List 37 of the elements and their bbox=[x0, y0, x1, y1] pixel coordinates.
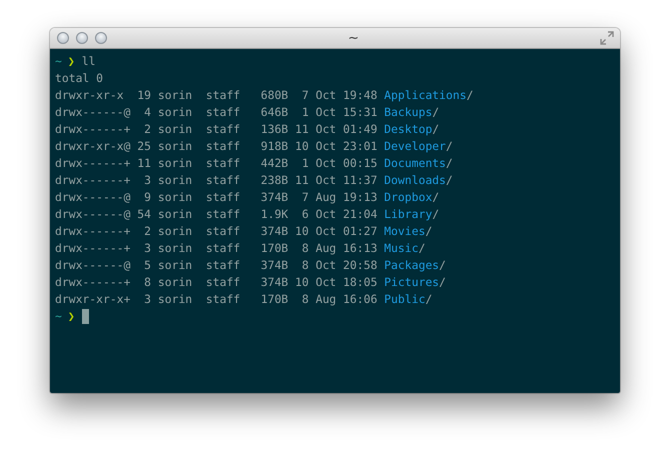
prompt-path: ~ bbox=[55, 53, 62, 70]
file-info: drwx------+ 3 sorin staff 238B 11 Oct 11:37 bbox=[55, 172, 378, 189]
file-name: Backups/ bbox=[384, 104, 440, 121]
file-info: drwxr-xr-x 19 sorin staff 680B 7 Oct 19:48 bbox=[55, 87, 378, 104]
file-info: drwx------+ 8 sorin staff 374B 10 Oct 18:05 bbox=[55, 274, 378, 291]
fullscreen-icon[interactable] bbox=[600, 31, 614, 45]
file-name: Documents/ bbox=[384, 155, 453, 172]
file-name: Downloads/ bbox=[384, 172, 453, 189]
file-name: Developer/ bbox=[384, 138, 453, 155]
file-info: drwx------+ 2 sorin staff 374B 10 Oct 01:27 bbox=[55, 223, 378, 240]
file-info: drwx------+ 2 sorin staff 136B 11 Oct 01:49 bbox=[55, 121, 378, 138]
file-name: Library/ bbox=[384, 206, 440, 223]
prompt-symbol: ❯ bbox=[68, 308, 75, 325]
file-info: drwx------@ 9 sorin staff 374B 7 Aug 19:13 bbox=[55, 189, 378, 206]
file-name: Desktop/ bbox=[384, 121, 440, 138]
file-name: Packages/ bbox=[384, 257, 446, 274]
file-info: drwx------@ 5 sorin staff 374B 8 Oct 20:58 bbox=[55, 257, 378, 274]
file-info: drwx------+ 11 sorin staff 442B 1 Oct 00:15 bbox=[55, 155, 378, 172]
window-title: ~ bbox=[347, 30, 360, 46]
file-info: drwx------@ 4 sorin staff 646B 1 Oct 15:31 bbox=[55, 104, 378, 121]
zoom-button[interactable] bbox=[95, 32, 107, 44]
file-name: Public/ bbox=[384, 291, 432, 308]
minimize-button[interactable] bbox=[76, 32, 88, 44]
file-info: drwxr-xr-x@ 25 sorin staff 918B 10 Oct 23:01 bbox=[55, 138, 378, 155]
command-text: ll bbox=[82, 53, 96, 70]
file-name: Movies/ bbox=[384, 223, 432, 240]
file-name: Applications/ bbox=[384, 87, 474, 104]
file-name: Pictures/ bbox=[384, 274, 446, 291]
prompt-symbol: ❯ bbox=[68, 53, 75, 70]
output-text: total 0 bbox=[55, 70, 104, 87]
prompt-path: ~ bbox=[55, 308, 62, 325]
file-name: Dropbox/ bbox=[384, 189, 440, 206]
close-button[interactable] bbox=[57, 32, 69, 44]
file-info: drwx------@ 54 sorin staff 1.9K 6 Oct 21:04 bbox=[55, 206, 378, 223]
file-info: drwx------+ 3 sorin staff 170B 8 Aug 16:13 bbox=[55, 240, 378, 257]
file-info: drwxr-xr-x+ 3 sorin staff 170B 8 Aug 16:06 bbox=[55, 291, 378, 308]
file-name: Music/ bbox=[384, 240, 426, 257]
